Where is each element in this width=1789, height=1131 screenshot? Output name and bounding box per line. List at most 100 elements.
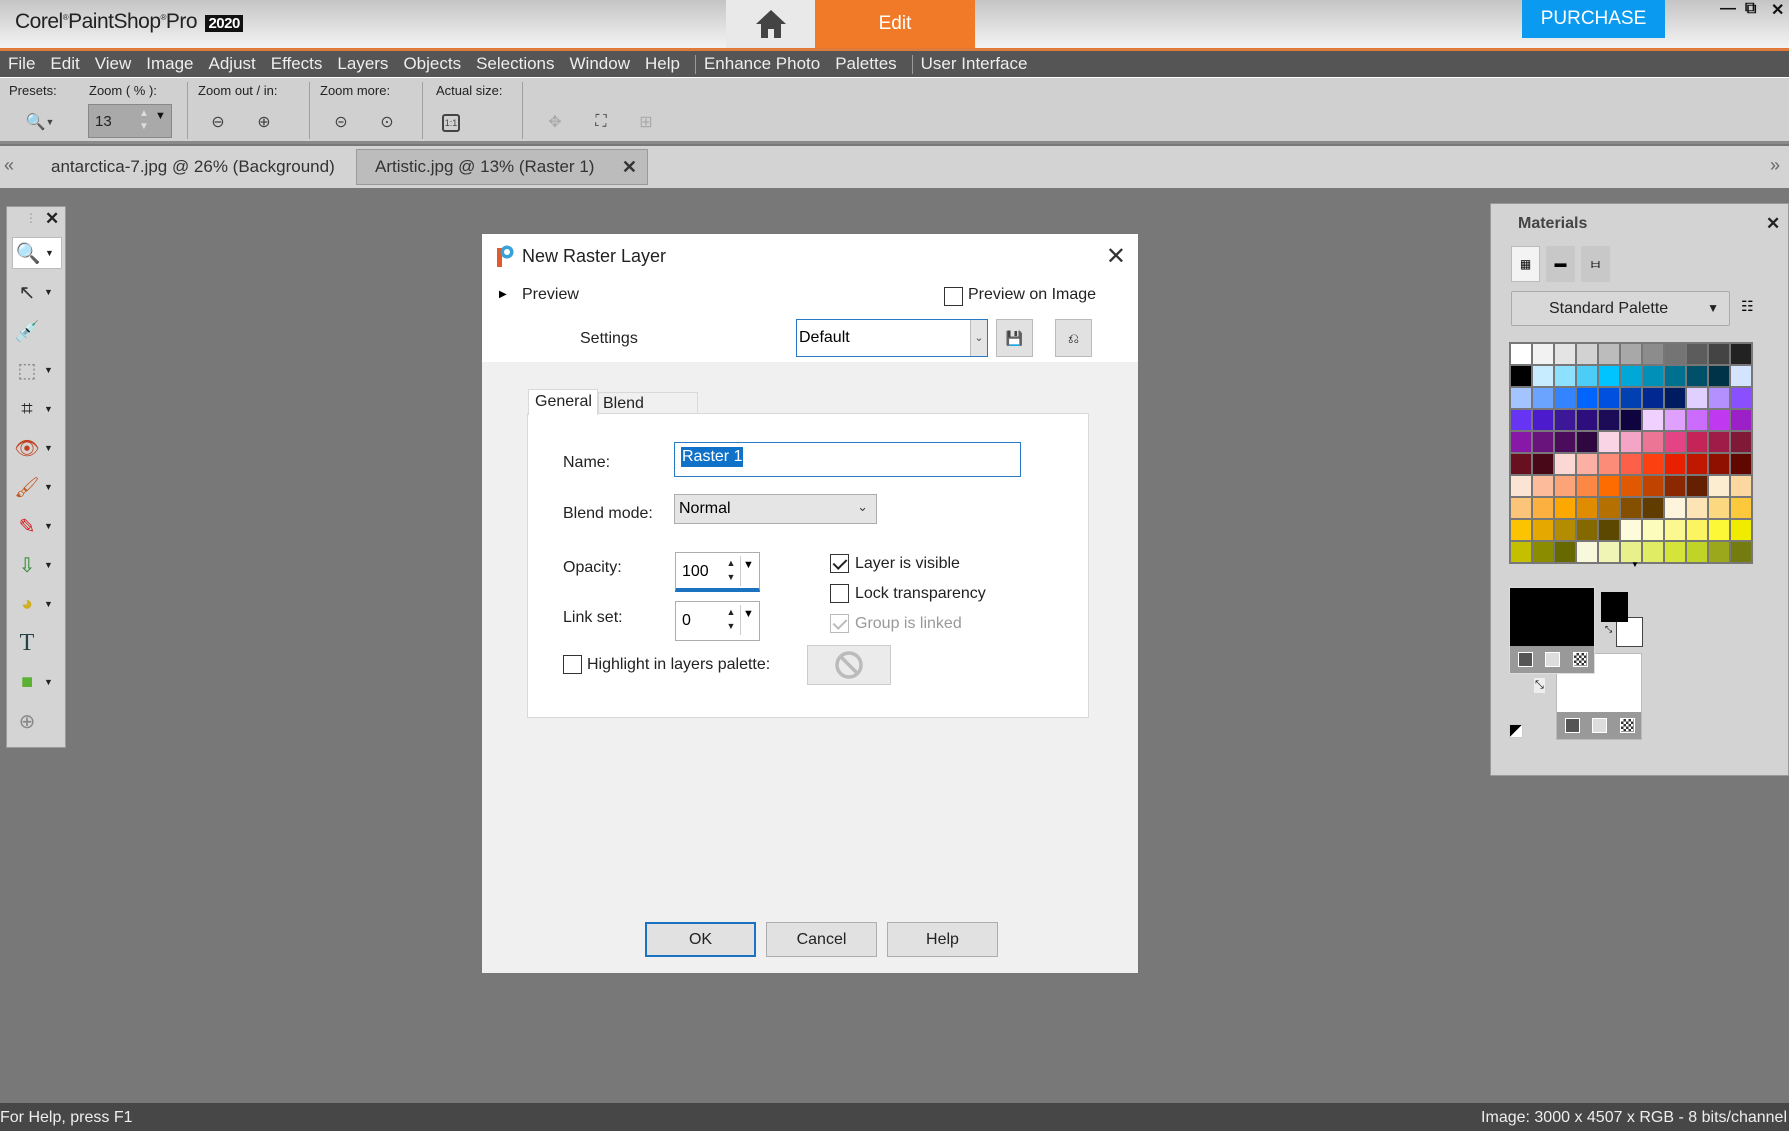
- color-swatch[interactable]: [1598, 431, 1620, 453]
- pattern-mode-icon[interactable]: [1620, 718, 1635, 733]
- color-swatch[interactable]: [1664, 431, 1686, 453]
- color-swatch[interactable]: [1708, 519, 1730, 541]
- color-swatch[interactable]: [1598, 519, 1620, 541]
- color-swatch[interactable]: [1554, 453, 1576, 475]
- color-swatch[interactable]: [1686, 497, 1708, 519]
- opacity-spinbox[interactable]: 100 ▲ ▼ ▼: [675, 552, 760, 592]
- link-set-dropdown[interactable]: ▼: [740, 605, 756, 635]
- color-swatch[interactable]: [1642, 387, 1664, 409]
- color-swatch[interactable]: [1532, 519, 1554, 541]
- zoom-in-icon[interactable]: ⊕: [253, 111, 275, 133]
- swatches-tab[interactable]: ▦: [1511, 246, 1540, 282]
- color-swatch[interactable]: [1532, 343, 1554, 365]
- swap-materials-icon[interactable]: ⤡: [1534, 678, 1545, 693]
- color-swatch[interactable]: [1510, 365, 1532, 387]
- palette-menu-icon[interactable]: ☷: [1741, 298, 1754, 315]
- selection-tool[interactable]: ⬚ ▼: [12, 354, 62, 386]
- scroll-tabs-left-icon[interactable]: «: [4, 155, 14, 176]
- spinner-arrows-icon[interactable]: ▲ ▼: [724, 556, 738, 584]
- flood-fill-tool[interactable]: ◕ ▼: [12, 588, 62, 620]
- color-swatch[interactable]: [1598, 541, 1620, 563]
- chevron-down-icon[interactable]: ▼: [44, 599, 53, 609]
- text-tool[interactable]: T: [12, 627, 62, 659]
- color-swatch[interactable]: [1708, 387, 1730, 409]
- color-swatch[interactable]: [1642, 409, 1664, 431]
- tab-general[interactable]: General: [528, 389, 598, 415]
- spinner-arrows-icon[interactable]: ▲ ▼: [139, 107, 149, 133]
- foreground-color-small[interactable]: [1601, 592, 1628, 622]
- color-swatch[interactable]: [1598, 409, 1620, 431]
- fit-window-icon[interactable]: ⛶: [590, 111, 612, 133]
- color-swatch[interactable]: [1510, 387, 1532, 409]
- reset-colors-icon[interactable]: [1509, 724, 1523, 738]
- highlight-checkbox[interactable]: [563, 655, 582, 674]
- gradient-mode-icon[interactable]: [1592, 718, 1607, 733]
- swap-colors-icon[interactable]: ⤡: [1605, 624, 1612, 635]
- tab-artistic[interactable]: Artistic.jpg @ 13% (Raster 1) ✕: [356, 149, 648, 185]
- color-swatch[interactable]: [1554, 475, 1576, 497]
- color-swatch[interactable]: [1510, 541, 1532, 563]
- color-swatch[interactable]: [1686, 343, 1708, 365]
- color-swatch[interactable]: [1598, 365, 1620, 387]
- menu-enhance-photo[interactable]: Enhance Photo: [704, 54, 820, 74]
- chevron-down-icon[interactable]: ▼: [44, 677, 53, 687]
- restore-button[interactable]: ⧉: [1745, 0, 1756, 18]
- color-swatch[interactable]: [1730, 431, 1752, 453]
- scroll-tabs-right-icon[interactable]: »: [1770, 155, 1780, 176]
- color-swatch[interactable]: [1708, 475, 1730, 497]
- zoom-tool[interactable]: 🔍 ▼: [12, 237, 62, 269]
- tab-antarctica[interactable]: antarctica-7.jpg @ 26% (Background): [51, 149, 335, 185]
- color-swatch[interactable]: [1554, 343, 1576, 365]
- color-swatch[interactable]: [1620, 365, 1642, 387]
- zoom-more-in-icon[interactable]: ⊙: [376, 111, 398, 133]
- color-swatch[interactable]: [1642, 343, 1664, 365]
- menu-effects[interactable]: Effects: [271, 54, 323, 74]
- preview-on-image-label[interactable]: Preview on Image: [968, 286, 1096, 304]
- menu-user-interface[interactable]: User Interface: [921, 54, 1028, 74]
- eraser-tool[interactable]: ✎ ▼: [12, 510, 62, 542]
- pick-tool[interactable]: ↖ ▼: [12, 276, 62, 308]
- color-swatch[interactable]: [1576, 519, 1598, 541]
- menu-view[interactable]: View: [95, 54, 132, 74]
- layer-visible-label[interactable]: Layer is visible: [855, 555, 960, 573]
- expand-preview-icon[interactable]: ▶: [499, 289, 507, 300]
- chevron-down-icon[interactable]: ▼: [44, 443, 53, 453]
- color-swatch[interactable]: [1664, 519, 1686, 541]
- rainbow-tab[interactable]: ▬: [1546, 246, 1575, 282]
- color-swatch[interactable]: [1620, 387, 1642, 409]
- color-swatch[interactable]: [1598, 343, 1620, 365]
- lock-transparency-label[interactable]: Lock transparency: [855, 585, 986, 603]
- color-swatch[interactable]: [1510, 475, 1532, 497]
- color-swatch[interactable]: [1686, 431, 1708, 453]
- ok-button[interactable]: OK: [645, 922, 756, 957]
- color-swatch[interactable]: [1642, 519, 1664, 541]
- rectangle-tool[interactable]: ■ ▼: [12, 666, 62, 698]
- color-swatch[interactable]: [1532, 475, 1554, 497]
- color-swatch[interactable]: [1510, 453, 1532, 475]
- color-swatch[interactable]: [1664, 409, 1686, 431]
- minimize-button[interactable]: —: [1720, 0, 1736, 18]
- edit-workspace-button[interactable]: Edit: [815, 0, 975, 48]
- clone-brush-tool[interactable]: ⇩ ▼: [12, 549, 62, 581]
- color-swatch[interactable]: [1576, 497, 1598, 519]
- spinner-arrows-icon[interactable]: ▲ ▼: [724, 605, 738, 633]
- foreground-properties-front[interactable]: [1509, 587, 1595, 674]
- color-swatch[interactable]: [1686, 365, 1708, 387]
- color-swatch[interactable]: [1532, 431, 1554, 453]
- pattern-mode-icon[interactable]: [1573, 652, 1588, 667]
- close-palette-icon[interactable]: ✕: [1766, 214, 1780, 234]
- color-swatch[interactable]: [1576, 475, 1598, 497]
- color-swatch[interactable]: [1576, 453, 1598, 475]
- color-mode-icon[interactable]: [1518, 652, 1533, 667]
- color-swatch[interactable]: [1620, 453, 1642, 475]
- foreground-color-swatch[interactable]: [1510, 588, 1594, 646]
- dialog-close-button[interactable]: ✕: [1106, 242, 1126, 271]
- purchase-button[interactable]: PURCHASE: [1522, 0, 1665, 38]
- chevron-down-icon[interactable]: ▼: [44, 287, 53, 297]
- color-swatch[interactable]: [1664, 453, 1686, 475]
- red-eye-tool[interactable]: 👁 ▼: [12, 432, 62, 464]
- color-swatch[interactable]: [1598, 453, 1620, 475]
- preview-on-image-checkbox[interactable]: [944, 287, 963, 306]
- color-swatch[interactable]: [1554, 431, 1576, 453]
- sliders-tab[interactable]: ⧦: [1581, 246, 1610, 282]
